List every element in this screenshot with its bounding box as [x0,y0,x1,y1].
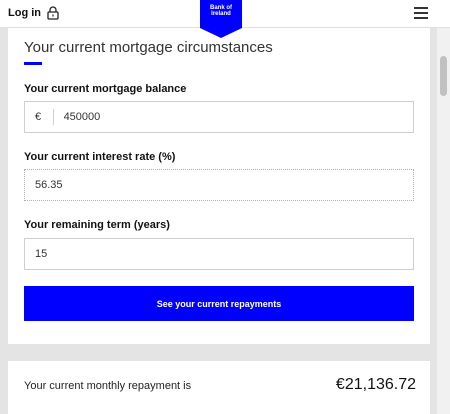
page-scrollbar[interactable] [437,28,450,414]
result-card: Your current monthly repayment is €21,13… [8,361,430,414]
term-input[interactable] [35,248,413,260]
term-field[interactable] [24,238,414,270]
bank-logo[interactable]: Bank of Ireland [200,0,242,38]
form-title: Your current mortgage circumstances [24,39,273,56]
rate-field[interactable] [24,169,414,201]
mortgage-form-card: Your current mortgage circumstances Your… [8,28,430,344]
login-label: Log in [8,7,41,19]
title-underline [24,62,42,65]
logo-line-2: Ireland [211,11,231,17]
logo-text: Bank of Ireland [200,5,242,17]
balance-field[interactable]: € [24,101,414,133]
see-repayments-button[interactable]: See your current repayments [24,286,414,321]
balance-label: Your current mortgage balance [24,83,187,95]
login-link[interactable]: Log in [8,6,59,20]
scrollbar-thumb[interactable] [440,56,447,96]
monthly-repayment-value: €21,136.72 [335,376,416,393]
lock-icon [47,6,59,20]
hamburger-menu-icon[interactable] [414,7,428,19]
term-label: Your remaining term (years) [24,219,170,231]
result-label: Your current monthly repayment is [24,380,192,392]
euro-symbol: € [35,109,54,125]
rate-input[interactable] [35,179,413,191]
balance-input[interactable] [63,111,413,123]
rate-label: Your current interest rate (%) [24,151,176,163]
